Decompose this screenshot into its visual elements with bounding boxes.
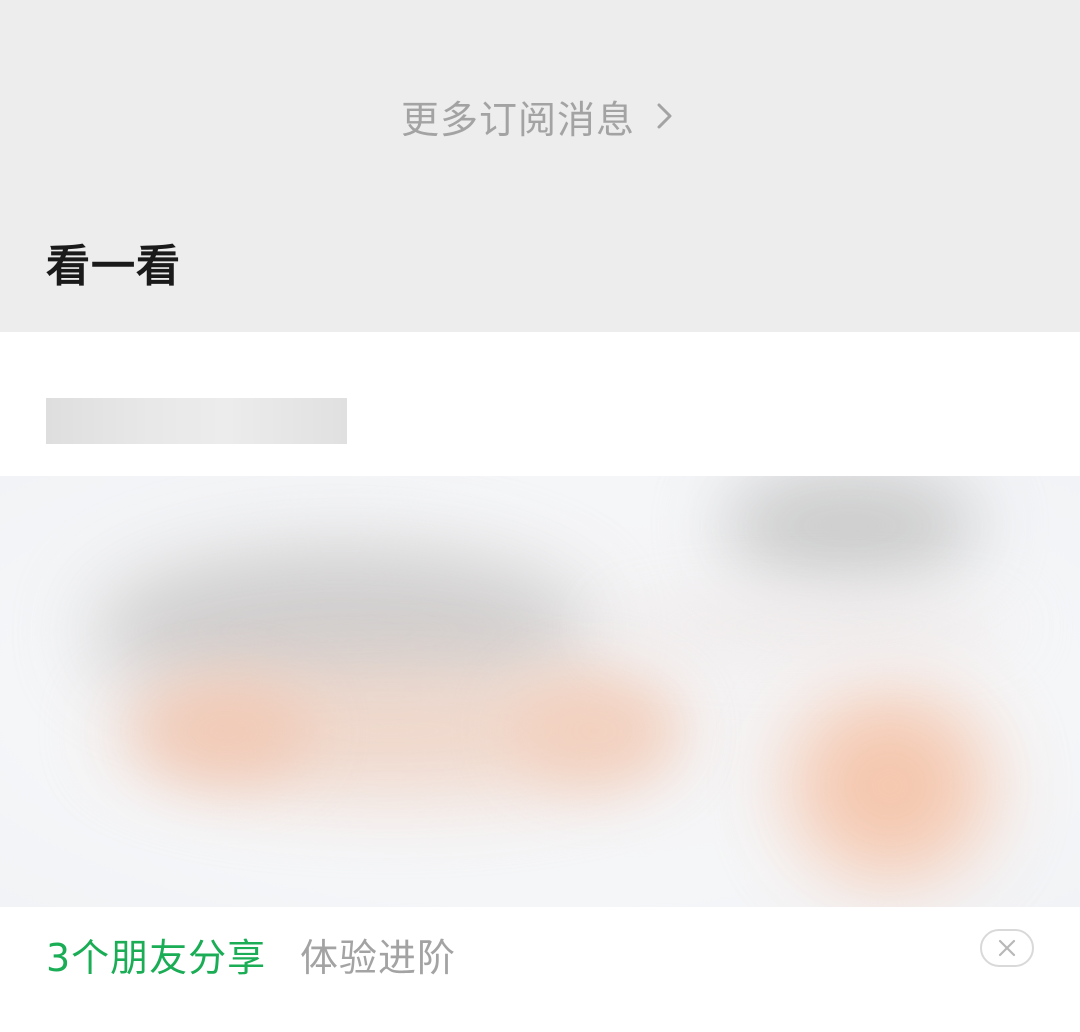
article-card[interactable]: 3个朋友分享 体验进阶 xyxy=(0,332,1080,1032)
article-footer: 3个朋友分享 体验进阶 xyxy=(0,907,1080,1032)
chevron-right-icon xyxy=(657,103,672,129)
dismiss-button[interactable] xyxy=(980,929,1034,967)
friends-shared-label[interactable]: 3个朋友分享 xyxy=(46,927,266,982)
close-icon xyxy=(998,939,1016,957)
more-subscriptions-label: 更多订阅消息 xyxy=(400,97,635,142)
article-title-placeholder xyxy=(46,398,347,444)
more-subscriptions-link[interactable]: 更多订阅消息 xyxy=(0,86,1080,146)
article-cover-image[interactable] xyxy=(0,476,1080,907)
subscription-area: 更多订阅消息 看一看 xyxy=(0,0,1080,332)
article-tag: 体验进阶 xyxy=(300,936,457,980)
section-title: 看一看 xyxy=(46,241,181,292)
